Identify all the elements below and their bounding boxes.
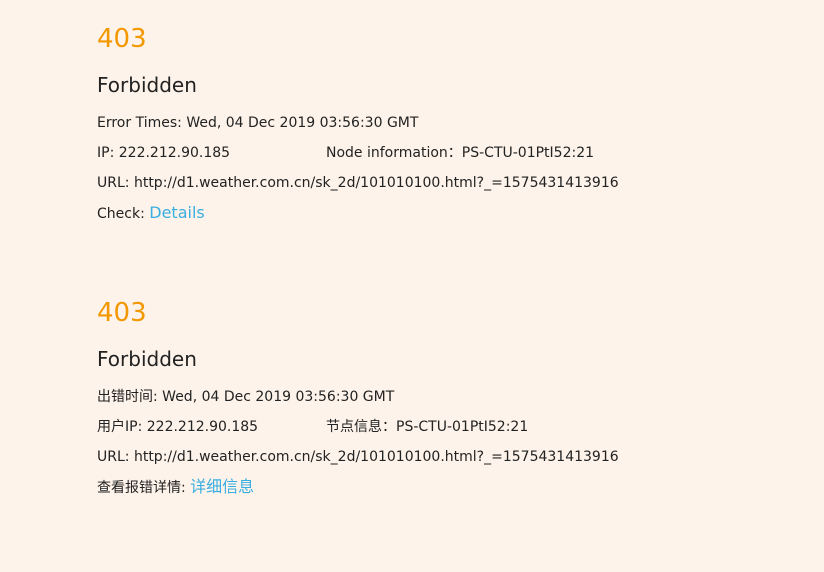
url-row: URL: http://d1.weather.com.cn/sk_2d/1010… <box>97 168 797 198</box>
error-times-value: Wed, 04 Dec 2019 03:56:30 GMT <box>186 115 419 131</box>
details-link[interactable]: Details <box>149 203 204 222</box>
node-value: PS-CTU-01PtI52:21 <box>396 419 529 435</box>
url-label: URL: <box>97 175 130 191</box>
error-code: 403 <box>97 298 147 328</box>
url-value: http://d1.weather.com.cn/sk_2d/101010100… <box>133 175 619 191</box>
error-times-row: 出错时间: Wed, 04 Dec 2019 03:56:30 GMT <box>97 382 797 412</box>
node-label: 节点信息： <box>326 419 396 435</box>
error-times-label: Error Times: <box>97 115 182 131</box>
ip-value: 222.212.90.185 <box>118 145 231 161</box>
url-value: http://d1.weather.com.cn/sk_2d/101010100… <box>133 449 619 465</box>
ip-node-row: 用户IP: 222.212.90.185 节点信息：PS-CTU-01PtI52… <box>97 412 797 442</box>
node-value: PS-CTU-01PtI52:21 <box>461 145 595 161</box>
error-times-label: 出错时间: <box>97 389 158 405</box>
ip-label: IP: <box>97 145 115 161</box>
url-label: URL: <box>97 449 130 465</box>
ip-node-row: IP: 222.212.90.185 Node information：PS-C… <box>97 138 797 168</box>
details-link[interactable]: 详细信息 <box>190 477 254 496</box>
check-row: 查看报错详情: 详细信息 <box>97 472 797 502</box>
error-times-row: Error Times: Wed, 04 Dec 2019 03:56:30 G… <box>97 108 797 138</box>
node-info: Node information：PS-CTU-01PtI52:21 <box>326 138 594 168</box>
node-info: 节点信息：PS-CTU-01PtI52:21 <box>326 412 528 442</box>
node-label: Node information： <box>326 145 462 161</box>
ip-value: 222.212.90.185 <box>146 419 259 435</box>
error-title: Forbidden <box>97 347 197 371</box>
error-code: 403 <box>97 24 147 54</box>
check-label: 查看报错详情: <box>97 480 186 496</box>
check-row: Check: Details <box>97 198 797 228</box>
error-times-value: Wed, 04 Dec 2019 03:56:30 GMT <box>162 389 395 405</box>
error-title: Forbidden <box>97 73 197 97</box>
error-block-chinese: 403 Forbidden 出错时间: Wed, 04 Dec 2019 03:… <box>97 296 797 502</box>
error-block-english: 403 Forbidden Error Times: Wed, 04 Dec 2… <box>97 22 797 228</box>
url-row: URL: http://d1.weather.com.cn/sk_2d/1010… <box>97 442 797 472</box>
ip-label: 用户IP: <box>97 419 143 435</box>
error-info: Error Times: Wed, 04 Dec 2019 03:56:30 G… <box>97 108 797 228</box>
error-info: 出错时间: Wed, 04 Dec 2019 03:56:30 GMT 用户IP… <box>97 382 797 502</box>
check-label: Check: <box>97 206 145 222</box>
